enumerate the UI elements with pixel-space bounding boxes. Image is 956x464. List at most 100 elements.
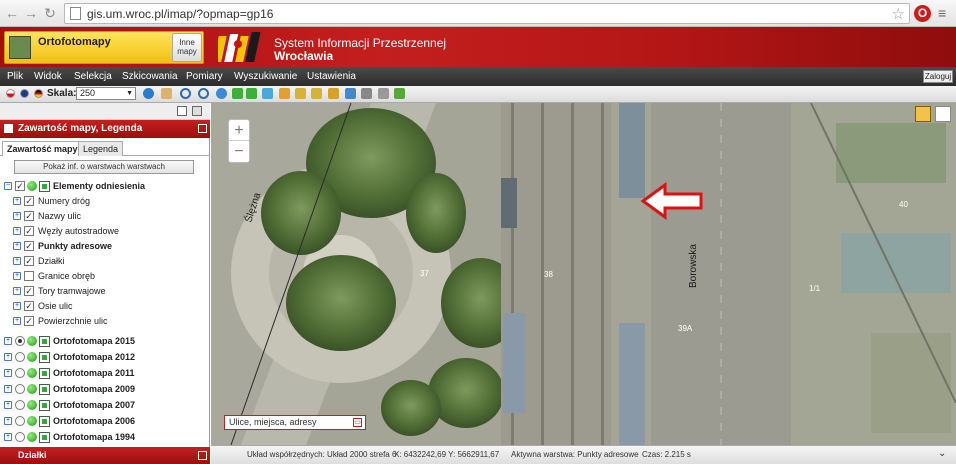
expand-icon[interactable]: + [4,401,12,409]
forward-icon[interactable]: → [23,5,39,21]
layer-row[interactable]: + Ortofotomapa 2007 [0,398,210,413]
expand-icon[interactable]: + [13,212,21,220]
address-search-box[interactable]: Ulice, miejsca, adresy ▭ [224,415,366,430]
menu-selekcja[interactable]: Selekcja [74,71,112,82]
layer-checkbox[interactable]: ✓ [24,301,34,311]
parcels-panel-header[interactable]: Działki [0,447,210,464]
zoom-out-button[interactable]: − [229,141,249,162]
expand-icon[interactable]: + [4,417,12,425]
expand-icon[interactable]: + [4,337,12,345]
measure-line-icon[interactable] [295,88,306,99]
layer-radio[interactable] [15,400,25,410]
layer-row[interactable]: + Ortofotomapa 2011 [0,366,210,381]
zoom-in-button[interactable]: + [229,120,249,141]
layer-row[interactable]: + ✓ Punkty adresowe [0,239,210,254]
menu-pomiary[interactable]: Pomiary [186,71,223,82]
flag-de-icon[interactable] [34,89,43,98]
opera-icon[interactable]: O [914,5,931,22]
expand-icon[interactable]: + [13,302,21,310]
expand-icon[interactable]: + [4,353,12,361]
search-map-icon[interactable] [935,106,951,122]
scale-select[interactable]: 250 ▼ [76,87,136,100]
layer-radio[interactable] [15,368,25,378]
pan-hand-icon[interactable] [161,88,172,99]
pencil-icon[interactable] [279,88,290,99]
expand-icon[interactable]: + [13,272,21,280]
flag-pl-icon[interactable] [6,89,15,98]
print-icon[interactable] [361,88,372,99]
map-view[interactable]: Ślężna Borowska 37 38 39A 1/1 40 [211,103,956,445]
layer-row[interactable]: − ✓ Elementy odniesienia [0,179,210,194]
overview-icon[interactable] [915,106,931,122]
close-icon[interactable]: ▭ [353,418,362,427]
refresh-map-icon[interactable] [262,88,273,99]
chevron-down-icon[interactable]: ⌄ [938,448,946,459]
measure-area-icon[interactable] [311,88,322,99]
layer-radio[interactable] [15,336,25,346]
crop-icon[interactable] [328,88,339,99]
minimize-panel-icon[interactable] [177,106,187,116]
info-icon[interactable] [143,88,154,99]
collapse-panel-icon[interactable] [198,124,207,133]
layer-row[interactable]: + ✓ Nazwy ulic [0,209,210,224]
layer-row[interactable]: + Ortofotomapa 2009 [0,382,210,397]
link-icon[interactable] [378,88,389,99]
expand-icon[interactable]: + [13,257,21,265]
menu-ustawienia[interactable]: Ustawienia [307,71,356,82]
undock-panel-icon[interactable] [192,106,202,116]
layer-checkbox[interactable]: ✓ [24,286,34,296]
layer-row[interactable]: + Ortofotomapa 2006 [0,414,210,429]
address-bar[interactable]: gis.um.wroc.pl/imap/?opmap=gp16 ☆ [64,3,910,24]
expand-icon[interactable]: + [13,287,21,295]
collapse-icon[interactable]: − [4,182,12,190]
layer-checkbox[interactable]: ✓ [24,241,34,251]
layer-checkbox[interactable]: ✓ [24,316,34,326]
expand-icon[interactable]: + [13,242,21,250]
browser-menu-icon[interactable]: ≡ [938,4,952,22]
menu-szkicowania[interactable]: Szkicowania [122,71,178,82]
save-icon[interactable] [345,88,356,99]
layer-row[interactable]: + ✓ Osie ulic [0,299,210,314]
layer-row[interactable]: + ✓ Tory tramwajowe [0,284,210,299]
expand-icon[interactable]: + [4,385,12,393]
layer-row[interactable]: + ✓ Węzły autostradowe [0,224,210,239]
layer-checkbox[interactable]: ✓ [24,256,34,266]
expand-icon[interactable]: + [13,197,21,205]
tab-map-content[interactable]: Zawartość mapy [2,141,83,156]
layer-row[interactable]: + ✓ Powierzchnie ulic [0,314,210,329]
layer-row[interactable]: + ✓ Działki [0,254,210,269]
expand-icon[interactable]: + [13,317,21,325]
zoom-out-icon[interactable] [198,88,209,99]
layer-row[interactable]: + ✓ Numery dróg [0,194,210,209]
layer-checkbox[interactable]: ✓ [24,226,34,236]
layer-radio[interactable] [15,384,25,394]
back-icon[interactable]: ← [4,5,20,21]
reload-icon[interactable]: ↻ [42,5,58,21]
layer-checkbox[interactable]: ✓ [15,181,25,191]
layer-checkbox[interactable]: ✓ [24,211,34,221]
expand-icon[interactable]: + [4,369,12,377]
menu-plik[interactable]: Plik [7,71,23,82]
layer-radio[interactable] [15,432,25,442]
flag-en-icon[interactable] [20,89,29,98]
layer-checkbox[interactable]: ✓ [24,196,34,206]
next-view-icon[interactable] [246,88,257,99]
previous-view-icon[interactable] [232,88,243,99]
layer-checkbox[interactable] [24,271,34,281]
expand-icon[interactable]: + [13,227,21,235]
expand-icon[interactable]: + [4,433,12,441]
login-button[interactable]: Zaloguj [923,70,953,83]
zoom-in-icon[interactable] [180,88,191,99]
layer-radio[interactable] [15,416,25,426]
expand-panel-icon[interactable] [198,451,207,460]
other-maps-button[interactable]: Inne mapy [172,33,202,62]
full-extent-icon[interactable] [216,88,227,99]
menu-wyszukiwanie[interactable]: Wyszukiwanie [234,71,297,82]
layer-row[interactable]: + Ortofotomapa 2012 [0,350,210,365]
layer-row[interactable]: + Ortofotomapa 2015 [0,334,210,349]
layer-row[interactable]: + Granice obręb [0,269,210,284]
layer-row[interactable]: + Ortofotomapa 1994 [0,430,210,445]
layer-radio[interactable] [15,352,25,362]
bookmark-star-icon[interactable]: ☆ [892,5,905,23]
menu-widok[interactable]: Widok [34,71,62,82]
